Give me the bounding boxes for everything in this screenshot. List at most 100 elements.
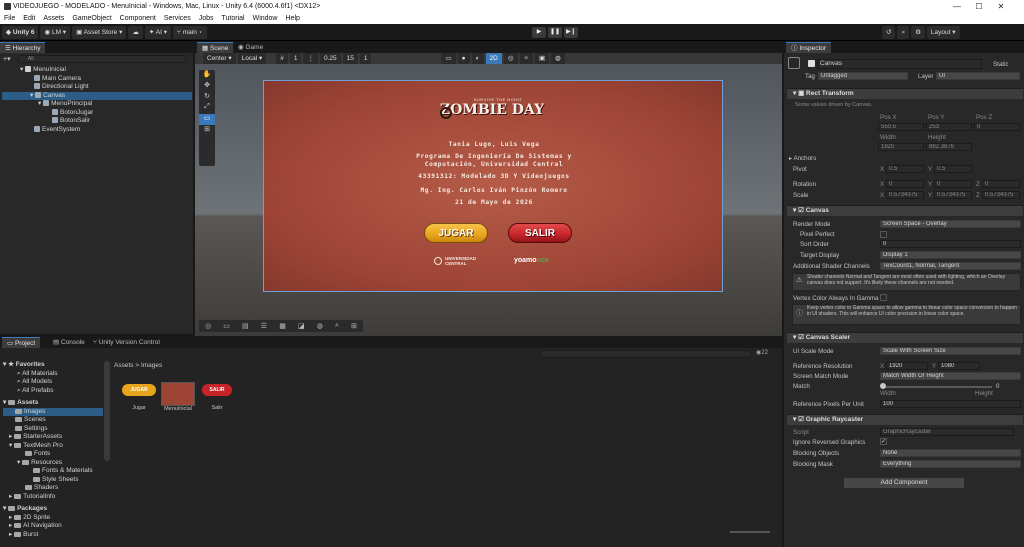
shader-channels-dropdown[interactable]: TexCoord1, Normal, Tangent <box>880 262 1021 270</box>
add-component-button[interactable]: Add Component <box>843 477 965 489</box>
fav-all-prefabs[interactable]: ⌕ All Prefabs <box>3 387 103 396</box>
match-value[interactable]: 0 <box>996 383 999 390</box>
maximize-button[interactable]: ☐ <box>968 0 990 13</box>
checkbox-icon[interactable]: ☑ <box>798 416 806 423</box>
scale-y-field[interactable]: 0.5734375 <box>934 191 972 199</box>
asset-store-button[interactable]: ▣ Asset Store ▾ <box>72 25 127 39</box>
unity-version-button[interactable]: ◆ Unity 6 <box>2 25 39 39</box>
scale-z-field[interactable]: 0.5734375 <box>982 191 1020 199</box>
checkbox-icon[interactable]: ☑ <box>798 207 806 214</box>
package-burst[interactable]: ▸ Burst <box>3 531 103 540</box>
rotation-z-field[interactable]: 0 <box>982 180 1020 188</box>
folder-shaders[interactable]: Shaders <box>3 484 103 493</box>
canvas-scaler-header[interactable]: ▾ ☑ Canvas Scaler <box>787 332 1023 343</box>
tag-dropdown[interactable]: Untagged <box>818 72 908 80</box>
hierarchy-search[interactable]: All <box>16 54 187 63</box>
menu-component[interactable]: Component <box>116 13 160 24</box>
ai-button[interactable]: ✦ AI ▾ <box>144 25 171 39</box>
package-ai-navigation[interactable]: ▸ AI Navigation <box>3 522 103 531</box>
folder-fonts[interactable]: Fonts <box>3 450 103 459</box>
overlay-icon-9[interactable]: ⊞ <box>351 322 357 330</box>
fav-all-models[interactable]: ⌕ All Models <box>3 378 103 387</box>
posy-field[interactable]: 253 <box>926 123 972 131</box>
move-tool[interactable]: ✥ <box>199 81 215 92</box>
height-field[interactable]: 882.3876 <box>926 143 972 151</box>
fav-all-materials[interactable]: ⌕ All Materials <box>3 370 103 379</box>
step-button[interactable]: ▶❙ <box>564 27 578 38</box>
overlay-icon-8[interactable]: ⌕ <box>335 322 339 330</box>
blocking-mask-dropdown[interactable]: Everything <box>880 460 1021 468</box>
tab-version-control[interactable]: ⑂ Unity Version Control <box>88 337 165 348</box>
posz-field[interactable]: 0 <box>974 123 1020 131</box>
breadcrumb-images[interactable]: Images <box>141 362 162 369</box>
match-mode-dropdown[interactable]: Match Width Or Height <box>880 372 1021 380</box>
scale-x-field[interactable]: 0.5734375 <box>886 191 924 199</box>
zoom-slider[interactable] <box>730 531 770 533</box>
checkbox-icon[interactable]: ☑ <box>798 334 806 341</box>
overlay-icon-7[interactable]: ◍ <box>317 322 323 330</box>
ignore-reversed-checkbox[interactable]: ✓ <box>880 438 887 445</box>
play-game-button[interactable]: JUGAR <box>424 223 488 243</box>
script-field[interactable]: GraphicRaycaster <box>880 428 1014 436</box>
folder-starterassets[interactable]: ▸ StarterAssets <box>3 433 103 442</box>
history-button[interactable]: ↺ <box>882 26 896 39</box>
asset-jugar[interactable]: JUGAR Jugar <box>120 384 158 411</box>
pivot-x-field[interactable]: 0.5 <box>886 165 924 173</box>
width-field[interactable]: 1920 <box>878 143 924 151</box>
menu-help[interactable]: Help <box>282 13 304 24</box>
anchors-label[interactable]: ▸ Anchors <box>789 155 816 162</box>
menu-assets[interactable]: Assets <box>39 13 68 24</box>
layer-dropdown[interactable]: UI <box>936 72 1020 80</box>
tab-game[interactable]: ◉ Game <box>233 42 268 53</box>
view-tool[interactable]: ✋ <box>199 70 215 81</box>
folder-tutorialinfo[interactable]: ▸ TutorialInfo <box>3 493 103 502</box>
folder-textmeshpro[interactable]: ▾ TextMesh Pro <box>3 442 103 451</box>
scene-viewport[interactable]: ✋ ✥ ↻ ⤢ ▭ ⊞ SURVIVE THE NIGHT ZOMBIE DAY… <box>195 64 782 336</box>
overlay-icon-3[interactable]: ▤ <box>242 322 249 330</box>
play-button[interactable]: ▶ <box>532 27 546 38</box>
hierarchy-item-directional-light[interactable]: Directional Light <box>2 83 192 92</box>
pixel-perfect-checkbox[interactable] <box>880 231 887 238</box>
object-name-field[interactable]: Canvas <box>817 59 982 69</box>
tab-hierarchy[interactable]: ☰ Hierarchy <box>0 42 46 53</box>
tree-scrollbar[interactable] <box>104 361 110 461</box>
menu-window[interactable]: Window <box>249 13 282 24</box>
vertex-color-checkbox[interactable] <box>880 294 887 301</box>
cloud-button[interactable]: ☁ <box>128 25 143 39</box>
hierarchy-item-menuprincipal[interactable]: ▾ MenuPrincipal <box>2 100 192 109</box>
asset-salir[interactable]: SALIR Salir <box>198 384 236 411</box>
favorites-header[interactable]: ▾ ★ Favorites <box>3 361 103 370</box>
packages-header[interactable]: ▾ Packages <box>3 505 103 514</box>
menu-file[interactable]: File <box>0 13 19 24</box>
folder-settings[interactable]: Settings <box>3 425 103 434</box>
match-slider[interactable] <box>882 386 992 388</box>
folder-style-sheets[interactable]: Style Sheets <box>3 476 103 485</box>
folder-fonts-materials[interactable]: Fonts & Materials <box>3 467 103 476</box>
active-checkbox[interactable] <box>808 60 815 67</box>
breadcrumb-assets[interactable]: Assets <box>114 362 134 369</box>
pivot-y-field[interactable]: 0.5 <box>934 165 972 173</box>
scene-row[interactable]: ▾ MenuInicial <box>2 66 192 75</box>
graphic-raycaster-header[interactable]: ▾ ☑ Graphic Raycaster <box>787 414 1023 425</box>
rotate-tool[interactable]: ↻ <box>199 92 215 103</box>
blocking-objects-dropdown[interactable]: None <box>880 449 1021 457</box>
transform-tool[interactable]: ⊞ <box>199 125 215 136</box>
tab-inspector[interactable]: ⓘ Inspector <box>786 42 832 53</box>
sort-order-field[interactable]: 0 <box>880 240 1021 248</box>
rect-tool[interactable]: ▭ <box>199 114 215 125</box>
scale-tool[interactable]: ⤢ <box>199 103 215 114</box>
package-2d-sprite[interactable]: ▸ 2D Sprite <box>3 514 103 523</box>
hierarchy-item-canvas[interactable]: ▾ Canvas <box>2 91 192 100</box>
tab-project[interactable]: ▭ Project <box>2 337 41 348</box>
game-canvas[interactable]: SURVIVE THE NIGHT ZOMBIE DAY Tania Lugo,… <box>263 80 723 292</box>
project-search[interactable] <box>540 350 752 358</box>
menu-tutorial[interactable]: Tutorial <box>218 13 249 24</box>
ui-scale-dropdown[interactable]: Scale With Screen Size <box>880 347 1021 355</box>
canvas-header[interactable]: ▾ ☑ Canvas <box>787 205 1023 216</box>
overlay-icon-6[interactable]: ◪ <box>298 322 305 330</box>
pause-button[interactable]: ❚❚ <box>548 27 562 38</box>
target-display-dropdown[interactable]: Display 1 <box>880 251 1021 259</box>
overlay-icon-4[interactable]: ☰ <box>261 322 267 330</box>
render-mode-dropdown[interactable]: Screen Space - Overlay <box>880 220 1021 228</box>
overlay-icon-5[interactable]: ▦ <box>279 322 286 330</box>
